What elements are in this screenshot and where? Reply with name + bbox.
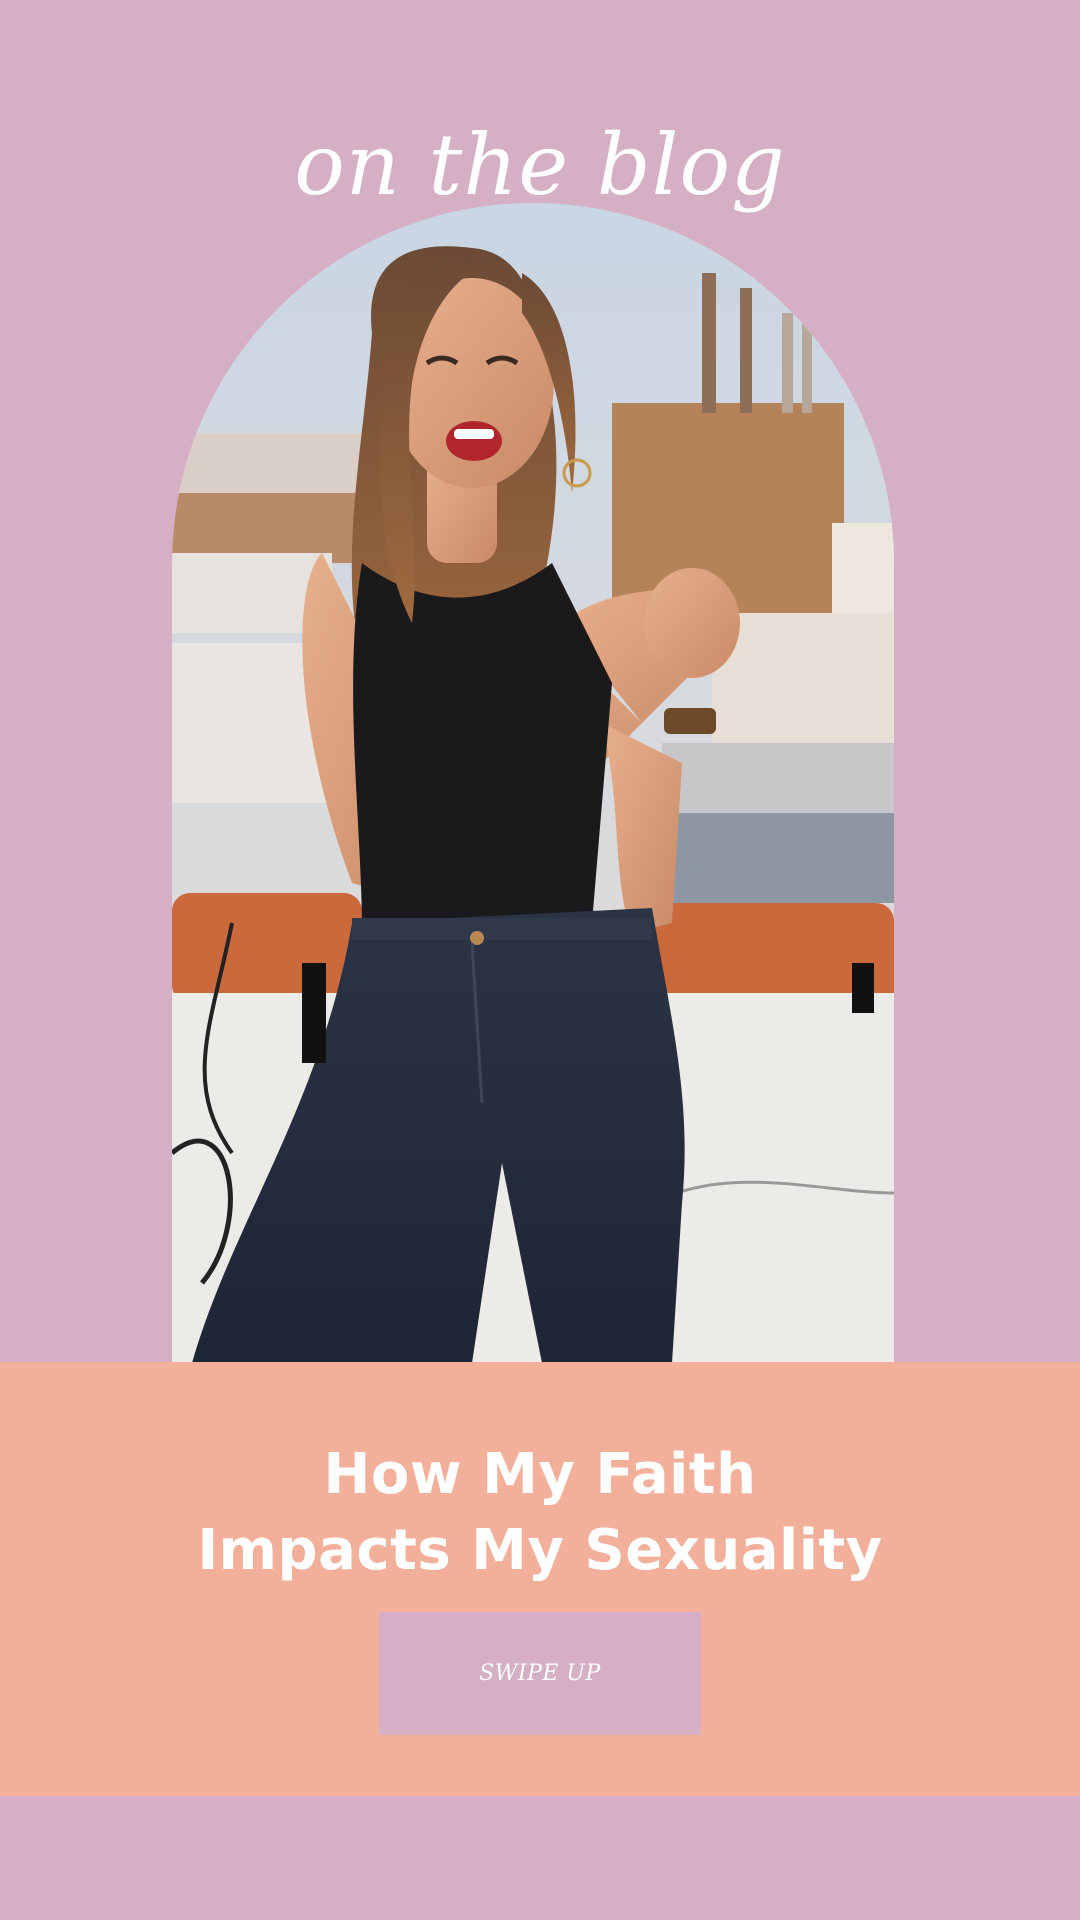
headline-line-1: How My Faith [323, 1442, 757, 1507]
hero-photo-illustration [172, 203, 894, 1363]
headline: How My Faith Impacts My Sexuality [0, 1437, 1080, 1589]
swipe-up-button[interactable]: SWIPE UP [379, 1612, 701, 1735]
headline-line-2: Impacts My Sexuality [197, 1518, 883, 1583]
story-page: on the blog How My Faith Impacts My Sexu… [0, 0, 1080, 1920]
hero-photo [172, 203, 894, 1363]
feature-band: How My Faith Impacts My Sexuality SWIPE … [0, 1362, 1080, 1796]
